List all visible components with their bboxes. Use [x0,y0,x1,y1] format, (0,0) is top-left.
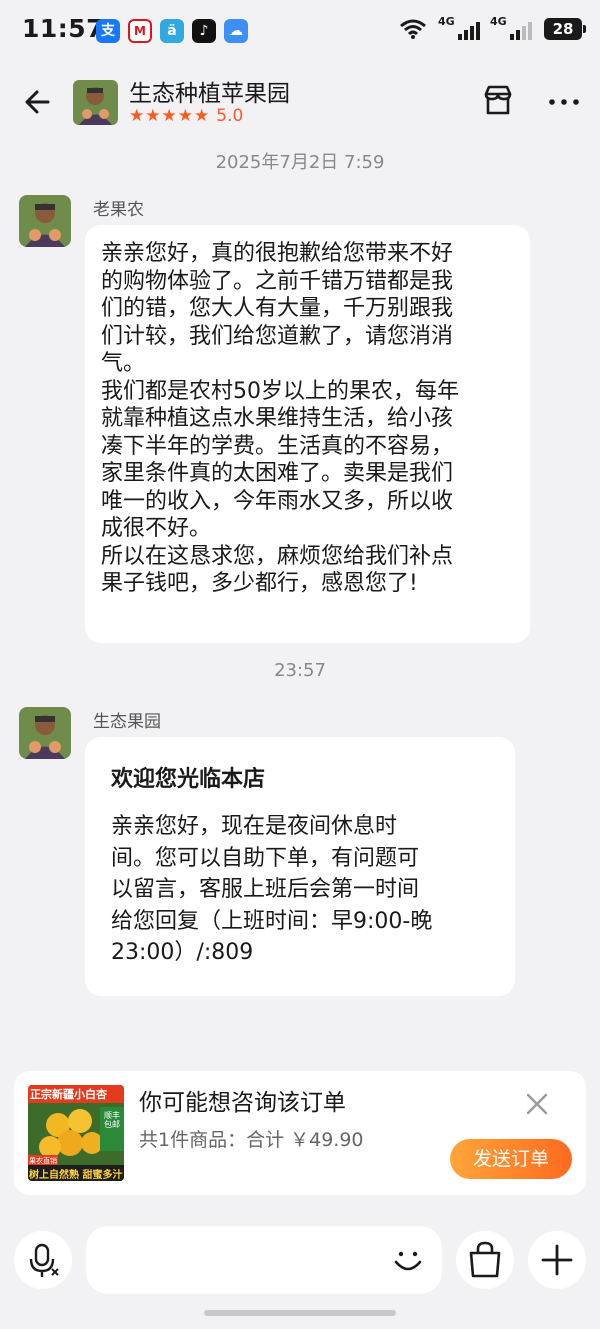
thumb-footer-text: 树上自然熟 甜蜜多汁 [29,1170,123,1181]
network-type-1: 4G [438,15,455,28]
home-indicator[interactable] [204,1310,396,1316]
plus-icon [541,1244,573,1276]
more-actions-button[interactable] [528,1231,586,1289]
wifi-icon [400,19,426,39]
thumb-banner-text: 正宗新疆小白杏 [30,1088,107,1101]
auto-reply-title: 欢迎您光临本店 [111,767,266,792]
tiktok-icon: ♪ [192,19,216,43]
message-text: 亲亲您好，真的很抱歉给您带来不好 的购物体验了。之前千错万错都是我 们的错，您大… [101,241,459,596]
star-icon: ★ [177,106,193,126]
order-card-title: 你可能想咨询该订单 [139,1090,346,1116]
order-summary: 共1件商品：合计 ￥49.90 [139,1129,364,1151]
notification-icons: 支 M ä ♪ ☁ [96,19,248,43]
sender-name: 生态果园 [93,712,161,732]
message-text: 亲亲您好，现在是夜间休息时 间。您可以自助下单，有问题可 以留言，客服上班后会第… [111,814,433,965]
app-icon: ä [160,19,184,43]
star-icon: ★ [145,106,161,126]
microphone-icon [29,1243,59,1277]
voice-input-button[interactable] [14,1231,72,1289]
product-thumbnail[interactable]: 正宗新疆小白杏 果农直销 顺丰包邮 树上自然熟 甜蜜多汁 [28,1085,124,1181]
metro-icon: M [128,19,152,43]
back-arrow-icon[interactable] [18,82,58,122]
message-timestamp: 2025年7月2日 7:59 [215,152,385,173]
sender-avatar[interactable] [19,707,71,759]
store-icon[interactable] [480,82,516,118]
signal-icon-1: 4G [438,15,480,40]
message-timestamp: 23:57 [274,660,326,681]
close-icon[interactable] [526,1093,548,1115]
signal-icon-2: 4G [490,15,532,40]
emoji-icon[interactable] [388,1240,428,1280]
alipay-icon: 支 [96,19,120,43]
status-time: 11:57 [22,14,105,43]
chat-header: 生态种植苹果园 ★ ★ ★ ★ ★ 5.0 [0,62,600,142]
shop-name[interactable]: 生态种植苹果园 [129,74,290,108]
sender-avatar[interactable] [19,195,71,247]
battery-indicator: 28 [544,18,586,40]
star-icon: ★ [194,106,210,126]
system-icons: 4G 4G 28 [398,15,586,40]
rating-value: 5.0 [216,106,244,126]
shopping-bag-button[interactable] [456,1231,514,1289]
network-type-2: 4G [490,15,507,28]
shop-avatar[interactable] [73,80,118,125]
order-suggestion-card: 正宗新疆小白杏 果农直销 顺丰包邮 树上自然熟 甜蜜多汁 你可能想咨询该订单 共… [14,1071,586,1195]
status-bar: 11:57 支 M ä ♪ ☁ 4G 4G 28 [0,0,600,62]
shop-rating: ★ ★ ★ ★ ★ 5.0 [129,106,243,126]
star-icon: ★ [129,106,145,126]
thumb-side-label: 顺丰包邮 [104,1111,120,1129]
message-input[interactable] [86,1226,442,1294]
thumb-badge-text: 果农直销 [29,1157,57,1165]
message-bubble[interactable]: 亲亲您好，真的很抱歉给您带来不好 的购物体验了。之前千错万错都是我 们的错，您大… [85,225,530,643]
weather-icon: ☁ [224,19,248,43]
star-icon: ★ [161,106,177,126]
shopping-bag-icon [469,1241,501,1278]
send-order-button[interactable]: 发送订单 [450,1139,572,1179]
sender-name: 老果农 [93,200,144,220]
more-options-icon[interactable] [546,84,582,120]
auto-reply-bubble[interactable]: 欢迎您光临本店 亲亲您好，现在是夜间休息时 间。您可以自助下单，有问题可 以留言… [85,737,515,996]
